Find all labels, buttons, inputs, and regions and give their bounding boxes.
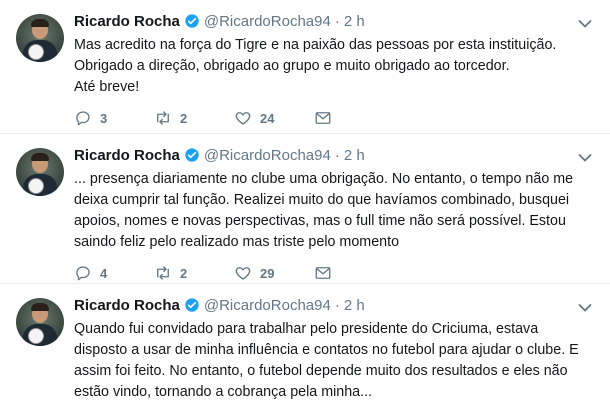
retweet-icon xyxy=(157,111,169,125)
retweet-count: 2 xyxy=(180,265,188,281)
like-count: 29 xyxy=(260,265,275,281)
reply-button[interactable]: 4 xyxy=(74,264,154,282)
reply-count: 4 xyxy=(100,265,108,281)
avatar[interactable] xyxy=(16,148,64,196)
tweet-text: Quando fui convidado para trabalhar pelo… xyxy=(74,319,598,403)
separator-dot: · xyxy=(334,12,340,30)
like-icon xyxy=(235,112,251,125)
author-name[interactable]: Ricardo Rocha xyxy=(74,147,180,164)
chevron-down-icon[interactable] xyxy=(578,150,592,162)
like-button[interactable]: 29 xyxy=(234,264,314,282)
verified-badge-icon xyxy=(184,13,200,29)
tweet-text-line: Quando fui convidado para trabalhar pelo… xyxy=(74,321,579,400)
reply-icon xyxy=(76,266,90,281)
tweet-text-line: ... presença diariamente no clube uma ob… xyxy=(74,171,574,250)
separator-dot: · xyxy=(334,146,340,164)
separator-dot: · xyxy=(334,296,340,314)
avatar[interactable] xyxy=(16,14,64,62)
like-count: 24 xyxy=(260,110,275,126)
message-button[interactable] xyxy=(314,264,394,282)
tweet-text-line: Mas acredito na força do Tigre e na paix… xyxy=(74,37,557,53)
author-handle[interactable]: @RicardoRocha94 xyxy=(204,13,331,30)
timestamp[interactable]: 2 h xyxy=(344,147,365,164)
tweet-text: Mas acredito na força do Tigre e na paix… xyxy=(74,35,598,98)
chevron-down-icon[interactable] xyxy=(578,16,592,28)
tweet-actions: 3 2 24 xyxy=(74,108,598,128)
author-handle[interactable]: @RicardoRocha94 xyxy=(204,147,331,164)
tweet[interactable]: Ricardo Rocha @RicardoRocha94 · 2 h Mas … xyxy=(0,0,610,134)
tweet-header: Ricardo Rocha @RicardoRocha94 · 2 h xyxy=(74,294,598,316)
verified-badge-icon xyxy=(184,147,200,163)
retweet-button[interactable]: 2 xyxy=(154,109,234,127)
retweet-count: 2 xyxy=(180,110,188,126)
retweet-button[interactable]: 2 xyxy=(154,264,234,282)
tweet[interactable]: Ricardo Rocha @RicardoRocha94 · 2 h ... … xyxy=(0,134,610,284)
reply-icon xyxy=(76,111,90,126)
tweet-text-line: Obrigado a direção, obrigado ao grupo e … xyxy=(74,58,510,74)
avatar[interactable] xyxy=(16,298,64,346)
tweet-feed: Ricardo Rocha @RicardoRocha94 · 2 h Mas … xyxy=(0,0,610,410)
tweet-actions: 4 2 29 xyxy=(74,263,598,283)
reply-button[interactable]: 3 xyxy=(74,109,154,127)
message-button[interactable] xyxy=(314,109,394,127)
retweet-icon xyxy=(157,266,169,280)
like-button[interactable]: 24 xyxy=(234,109,314,127)
tweet-header: Ricardo Rocha @RicardoRocha94 · 2 h xyxy=(74,144,598,166)
author-name[interactable]: Ricardo Rocha xyxy=(74,13,180,30)
tweet-text-line: Até breve! xyxy=(74,79,140,95)
timestamp[interactable]: 2 h xyxy=(344,297,365,314)
author-handle[interactable]: @RicardoRocha94 xyxy=(204,297,331,314)
reply-count: 3 xyxy=(100,110,108,126)
message-icon xyxy=(315,267,331,279)
verified-badge-icon xyxy=(184,297,200,313)
chevron-down-icon[interactable] xyxy=(578,300,592,312)
tweet[interactable]: Ricardo Rocha @RicardoRocha94 · 2 h Quan… xyxy=(0,284,610,410)
tweet-text: ... presença diariamente no clube uma ob… xyxy=(74,169,598,253)
tweet-header: Ricardo Rocha @RicardoRocha94 · 2 h xyxy=(74,10,598,32)
message-icon xyxy=(315,112,331,124)
timestamp[interactable]: 2 h xyxy=(344,13,365,30)
like-icon xyxy=(235,267,251,280)
author-name[interactable]: Ricardo Rocha xyxy=(74,297,180,314)
